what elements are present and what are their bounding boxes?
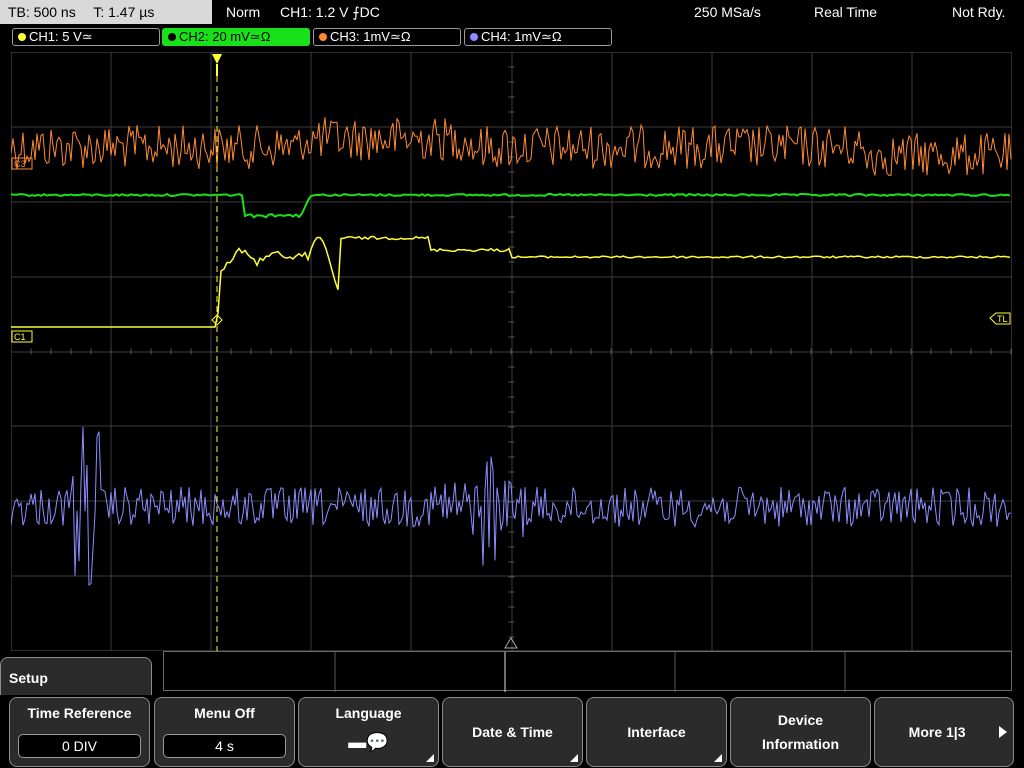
trigger-mode[interactable]: Norm [226, 0, 260, 24]
ch3-label: CH3: 1mV≃Ω [330, 29, 411, 44]
strip-svg [334, 652, 846, 692]
center-marker-icon [504, 637, 518, 649]
ch3-waveform [11, 117, 1012, 176]
submenu-corner-icon [714, 754, 722, 762]
sample-rate: 250 MSa/s [694, 4, 761, 20]
next-page-icon [999, 726, 1007, 738]
date-time-label: Date & Time [472, 724, 553, 740]
menu-title-tab: Setup [0, 657, 152, 695]
submenu-corner-icon [426, 754, 434, 762]
lower-graticule-strip [163, 651, 1012, 692]
speech-bubble-icon: ▬💬 [348, 732, 389, 752]
ch2-waveform [11, 192, 1011, 219]
trigger-level-label: TL [997, 314, 1008, 324]
ch4-waveform [11, 426, 1012, 586]
interface-label: Interface [627, 724, 686, 740]
time-reference-button[interactable]: Time Reference 0 DIV [9, 697, 150, 767]
top-status-bar: TB: 500 ns T: 1.47 µs Norm CH1: 1.2 V ⨍D… [0, 0, 1024, 24]
language-button[interactable]: Language ▬💬 [298, 697, 439, 767]
ch2-label: CH2: 20 mV≃Ω [179, 29, 271, 44]
interface-button[interactable]: Interface [586, 697, 727, 767]
tab-ch2[interactable]: CH2: 20 mV≃Ω [162, 28, 310, 46]
ch3-marker-label: C3 [14, 159, 26, 169]
ch1-label: CH1: 5 V≃ [29, 29, 93, 44]
menu-title: Setup [9, 670, 48, 686]
trigger-position-icon [212, 54, 222, 64]
acquisition-mode: Real Time [814, 4, 878, 20]
waveform-svg: C3 C1 TL [11, 52, 1012, 651]
timebase-box[interactable]: TB: 500 ns T: 1.47 µs [0, 0, 212, 24]
menu-off-label: Menu Off [194, 705, 255, 721]
tab-ch1[interactable]: CH1: 5 V≃ [12, 28, 160, 46]
ch2-dot-icon [168, 33, 176, 41]
time-reference-label: Time Reference [27, 705, 132, 721]
trigger-setting[interactable]: CH1: 1.2 V ⨍DC [280, 0, 380, 24]
menu-off-value[interactable]: 4 s [163, 734, 286, 758]
acquisition-state: Not Rdy. [952, 4, 1006, 20]
ch1-waveform [11, 235, 1011, 328]
submenu-corner-icon [570, 754, 578, 762]
ch1-dot-icon [18, 33, 26, 41]
time-reference-value[interactable]: 0 DIV [18, 734, 141, 758]
device-information-button[interactable]: Device Information [730, 697, 871, 767]
graticule [11, 52, 1012, 651]
trigger-time-value: T: 1.47 µs [93, 4, 155, 20]
more-label: More 1|3 [908, 724, 966, 740]
ch1-marker-label: C1 [14, 332, 26, 342]
ch4-label: CH4: 1mV≃Ω [481, 29, 562, 44]
menu-off-button[interactable]: Menu Off 4 s [154, 697, 295, 767]
language-label: Language [335, 705, 402, 721]
tab-ch3[interactable]: CH3: 1mV≃Ω [313, 28, 461, 46]
tab-ch4[interactable]: CH4: 1mV≃Ω [464, 28, 612, 46]
device-information-label: Device [777, 712, 824, 728]
waveform-display[interactable]: C3 C1 TL [11, 52, 1012, 651]
ch3-dot-icon [319, 33, 327, 41]
device-information-label-2: Information [762, 736, 839, 752]
date-time-button[interactable]: Date & Time [442, 697, 583, 767]
more-button[interactable]: More 1|3 [874, 697, 1014, 767]
timebase-value: TB: 500 ns [8, 4, 76, 20]
ch4-dot-icon [470, 33, 478, 41]
